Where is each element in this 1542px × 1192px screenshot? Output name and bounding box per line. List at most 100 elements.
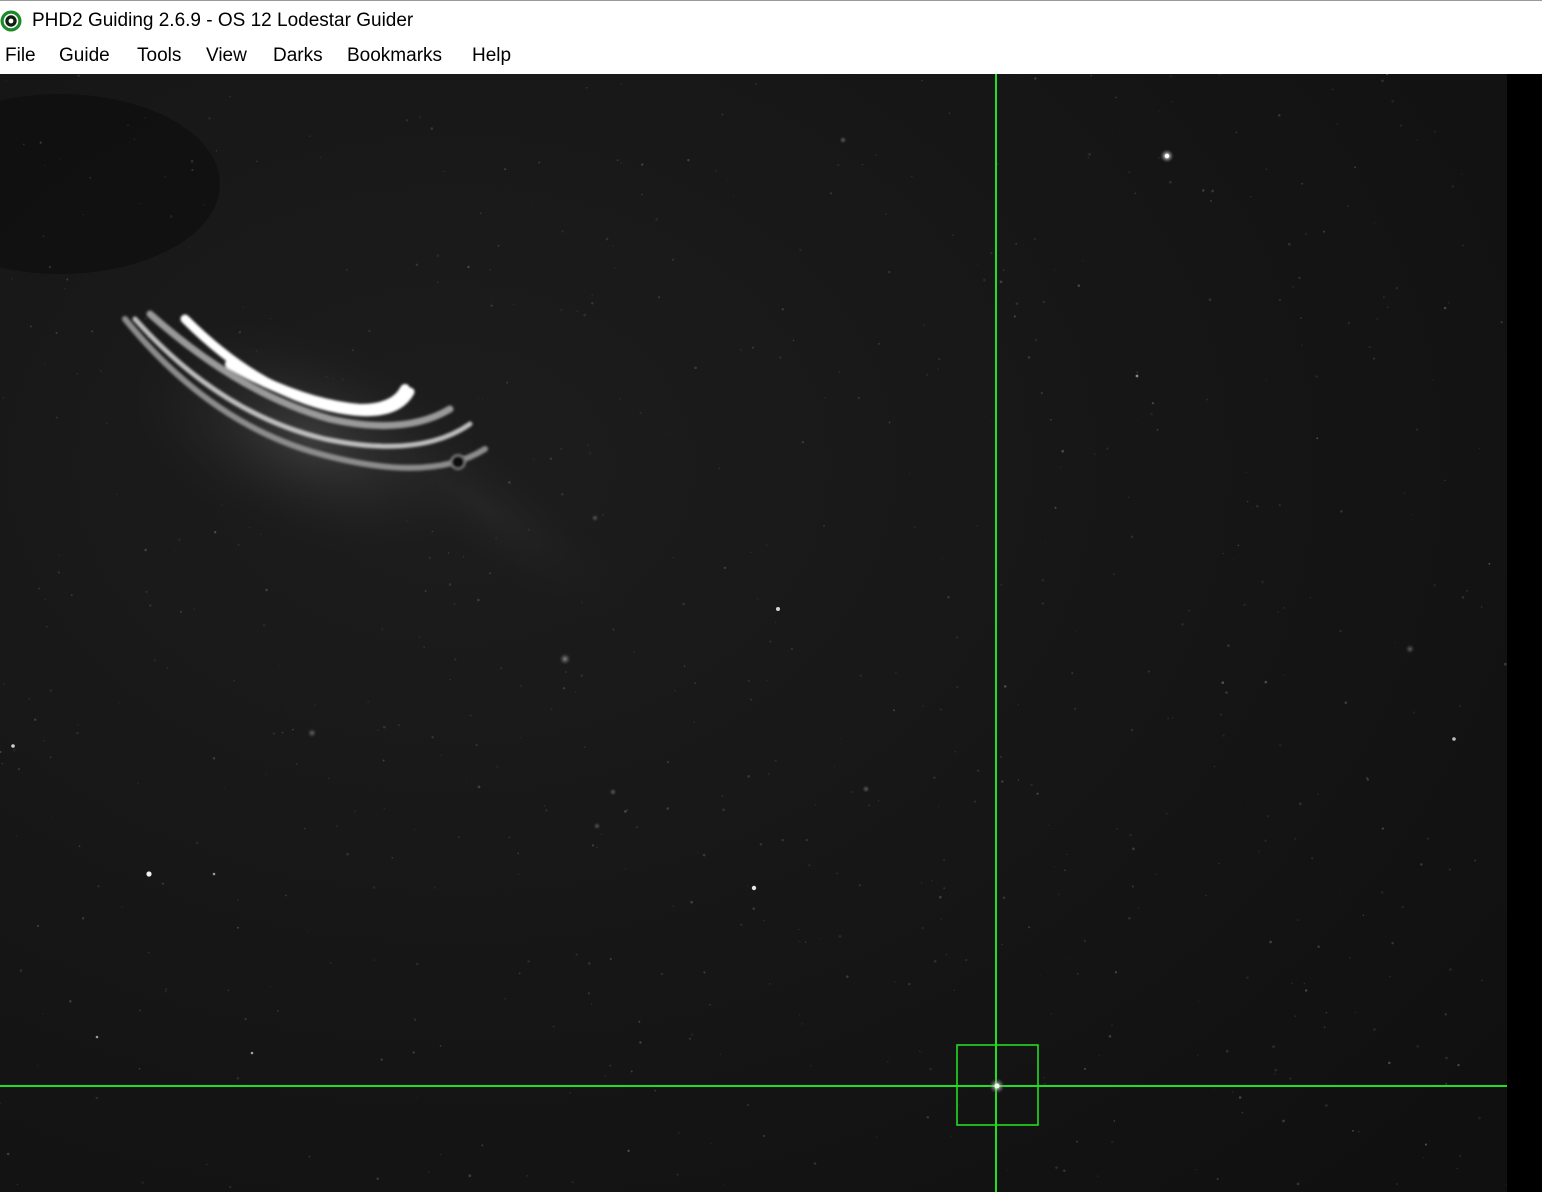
noise-speck xyxy=(1083,939,1087,943)
noise-speck xyxy=(215,150,218,152)
noise-speck xyxy=(319,156,322,159)
noise-speck xyxy=(1395,286,1399,290)
noise-speck xyxy=(1147,670,1150,673)
guide-camera-view[interactable] xyxy=(0,74,1542,1192)
noise-speck xyxy=(3,683,6,686)
noise-speck xyxy=(1264,839,1267,842)
menu-bookmarks[interactable]: Bookmarks xyxy=(345,45,444,67)
sky-background xyxy=(0,74,1507,1192)
noise-speck xyxy=(169,215,173,218)
noise-speck xyxy=(42,235,45,238)
noise-speck xyxy=(767,773,770,775)
noise-speck xyxy=(391,856,394,859)
noise-speck xyxy=(874,154,877,156)
guide-star-core xyxy=(994,1083,1000,1089)
noise-speck xyxy=(609,957,612,960)
noise-speck xyxy=(1167,717,1169,720)
noise-speck xyxy=(840,737,842,740)
noise-speck xyxy=(233,680,235,682)
noise-speck xyxy=(999,755,1003,759)
noise-speck xyxy=(781,838,784,842)
noise-speck xyxy=(272,732,276,735)
menu-darks[interactable]: Darks xyxy=(271,45,325,67)
noise-speck xyxy=(801,1022,804,1026)
noise-speck xyxy=(1317,793,1319,795)
noise-speck xyxy=(983,278,986,282)
noise-speck xyxy=(43,598,46,601)
noise-speck xyxy=(938,358,941,361)
noise-speck xyxy=(571,1181,574,1184)
noise-speck xyxy=(1060,466,1062,468)
noise-speck xyxy=(926,1115,930,1119)
noise-speck xyxy=(851,790,854,794)
noise-speck xyxy=(920,881,923,884)
noise-speck xyxy=(380,1058,383,1061)
noise-speck xyxy=(591,302,594,305)
noise-speck xyxy=(779,356,782,359)
noise-speck xyxy=(655,218,658,221)
noise-speck xyxy=(144,548,147,552)
noise-speck xyxy=(824,396,827,399)
noise-speck xyxy=(381,628,383,630)
noise-speck xyxy=(223,786,225,789)
noise-speck xyxy=(909,471,911,473)
menu-tools[interactable]: Tools xyxy=(135,45,183,67)
noise-speck xyxy=(1323,230,1325,233)
noise-speck xyxy=(666,807,669,810)
noise-speck xyxy=(465,778,468,780)
noise-speck xyxy=(1077,284,1081,287)
noise-speck xyxy=(1399,124,1403,127)
noise-speck xyxy=(377,729,380,731)
noise-speck xyxy=(838,935,842,938)
noise-speck xyxy=(1083,1067,1087,1070)
noise-speck xyxy=(1077,973,1079,975)
noise-speck xyxy=(64,287,66,290)
noise-speck xyxy=(49,689,53,692)
menu-guide[interactable]: Guide xyxy=(57,45,112,67)
menu-file[interactable]: File xyxy=(3,45,38,67)
noise-speck xyxy=(1241,1112,1243,1114)
noise-speck xyxy=(721,795,724,797)
noise-speck xyxy=(1082,260,1084,262)
noise-speck xyxy=(373,959,376,961)
menu-help[interactable]: Help xyxy=(470,45,513,67)
noise-speck xyxy=(962,1113,964,1115)
noise-speck xyxy=(933,776,936,780)
noise-speck xyxy=(746,1104,749,1107)
guide-star-field-image[interactable] xyxy=(0,74,1507,1192)
noise-speck xyxy=(999,280,1003,284)
noise-speck xyxy=(1292,285,1295,288)
noise-speck xyxy=(624,810,627,813)
noise-speck xyxy=(178,538,181,542)
noise-speck xyxy=(762,1134,766,1138)
noise-speck xyxy=(457,835,460,839)
window-title: PHD2 Guiding 2.6.9 - OS 12 Lodestar Guid… xyxy=(32,10,414,31)
menu-view[interactable]: View xyxy=(204,45,249,67)
noise-speck xyxy=(1218,862,1220,865)
noise-speck xyxy=(1210,199,1213,203)
noise-speck xyxy=(139,1009,141,1012)
noise-speck xyxy=(1325,1011,1328,1014)
noise-speck xyxy=(1255,504,1259,508)
noise-speck xyxy=(633,651,635,653)
noise-speck xyxy=(1146,381,1148,383)
noise-speck xyxy=(875,1136,878,1139)
noise-speck xyxy=(887,270,891,274)
noise-speck xyxy=(1433,130,1437,133)
noise-speck xyxy=(95,1096,98,1100)
noise-speck xyxy=(281,731,284,734)
noise-speck xyxy=(1017,779,1020,781)
noise-speck xyxy=(1000,583,1003,586)
noise-speck xyxy=(561,230,564,233)
noise-speck xyxy=(418,115,422,119)
noise-speck xyxy=(1034,77,1037,80)
noise-speck xyxy=(641,193,643,196)
noise-speck xyxy=(1036,792,1039,795)
noise-speck xyxy=(722,808,725,812)
noise-speck xyxy=(591,294,594,297)
noise-speck xyxy=(941,558,943,560)
noise-speck xyxy=(878,343,880,345)
noise-speck xyxy=(614,267,616,269)
noise-speck xyxy=(801,441,804,444)
noise-speck xyxy=(1462,244,1464,247)
